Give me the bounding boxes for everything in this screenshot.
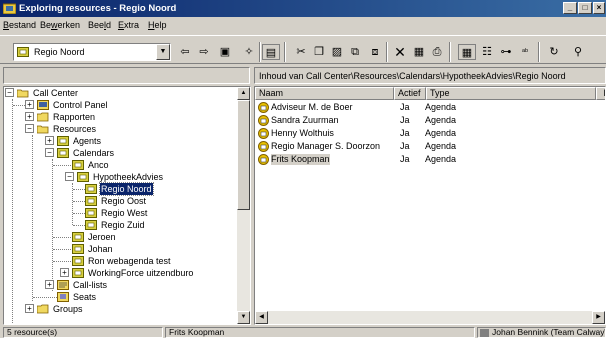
menu-bar: Bestand Bewerken Beeld Extra Help <box>0 18 606 33</box>
back-arrow-icon[interactable]: ⇦ <box>176 44 194 60</box>
sort-icon[interactable]: ᵃᵇ <box>516 44 534 60</box>
copy-to-icon[interactable]: ⧈ <box>366 44 384 60</box>
resource-icon <box>57 136 69 146</box>
resource-list[interactable]: Naam Actief Type Pric Adviseur M. de Boe… <box>254 86 606 325</box>
menu-bestand[interactable]: Bestand <box>3 20 36 30</box>
agenda-icon <box>258 102 269 113</box>
seat-icon <box>57 292 69 302</box>
forward-arrow-icon[interactable]: ⇨ <box>195 44 213 60</box>
location-value: Regio Noord <box>34 47 85 57</box>
title-bar: Exploring resources - Regio Noord _ □ × <box>0 0 606 17</box>
resource-icon <box>77 172 89 182</box>
refresh-icon[interactable]: ↻ <box>545 44 563 60</box>
tree-view-icon[interactable]: ⊶ <box>497 44 515 60</box>
scroll-up-icon[interactable]: ▲ <box>237 87 250 100</box>
menu-bewerken[interactable]: Bewerken <box>40 20 80 30</box>
user-icon <box>480 328 489 337</box>
call-list-icon <box>57 280 69 290</box>
up-folder-icon[interactable]: ▣ <box>216 44 234 60</box>
tree-header <box>3 67 250 84</box>
view-toggle-icon[interactable]: ▤ <box>262 44 280 60</box>
resource-icon <box>72 268 84 278</box>
menu-help[interactable]: Help <box>148 20 167 30</box>
large-icons-icon[interactable]: ▦ <box>458 44 476 60</box>
column-header-actief[interactable]: Actief <box>394 87 426 100</box>
chevron-down-icon[interactable]: ▼ <box>156 44 170 60</box>
resource-icon <box>72 232 84 242</box>
column-header-priority[interactable]: Pric <box>596 87 605 100</box>
new-folder-icon[interactable]: ✧ <box>240 44 258 60</box>
menu-extra[interactable]: Extra <box>118 20 139 30</box>
path-text: Inhoud van Call Center\Resources\Calenda… <box>259 71 566 81</box>
location-combo[interactable]: Regio Noord ▼ <box>13 43 171 61</box>
agenda-icon <box>258 141 269 152</box>
toolbar: Regio Noord ▼ ⇦ ⇨ ▣ ✧ ▤ ✂ ❐ ▨ ⧉ ⧈ ✕ ▦ ⎙ … <box>0 35 606 64</box>
resource-icon <box>72 160 84 170</box>
status-count: 5 resource(s) <box>3 327 163 338</box>
minimize-button[interactable]: _ <box>563 2 577 14</box>
column-header-type[interactable]: Type <box>426 87 596 100</box>
copy-icon[interactable]: ❐ <box>310 44 328 60</box>
resource-icon <box>85 184 97 194</box>
agenda-icon <box>258 115 269 126</box>
list-item[interactable]: Sandra Zuurman Ja Agenda <box>255 114 605 127</box>
resource-icon <box>85 196 97 206</box>
print-icon[interactable]: ⎙ <box>428 44 446 60</box>
paste-icon[interactable]: ▨ <box>328 44 346 60</box>
status-bar: 5 resource(s) Frits Koopman Johan Bennin… <box>0 327 606 338</box>
window-title: Exploring resources - Regio Noord <box>19 3 177 14</box>
resource-icon <box>85 220 97 230</box>
folder-icon <box>37 112 49 122</box>
folder-open-icon <box>37 125 49 134</box>
control-panel-icon <box>37 100 49 110</box>
resource-icon <box>72 244 84 254</box>
maximize-button[interactable]: □ <box>578 2 592 14</box>
agenda-icon <box>258 154 269 165</box>
status-selected: Frits Koopman <box>165 327 475 338</box>
folder-icon <box>37 304 49 314</box>
list-item-selected[interactable]: Frits Koopman Ja Agenda <box>255 153 605 166</box>
breadcrumb: Inhoud van Call Center\Resources\Calenda… <box>254 67 606 84</box>
properties-icon[interactable]: ▦ <box>410 44 428 60</box>
scroll-left-icon[interactable]: ◀ <box>255 311 268 324</box>
folder-open-icon <box>17 89 29 98</box>
resource-icon <box>57 148 69 158</box>
find-icon[interactable]: ⚲ <box>569 44 587 60</box>
list-item[interactable]: Regio Manager S. Doorzon Ja Agenda <box>255 140 605 153</box>
tree-vertical-scrollbar[interactable]: ▲ ▼ <box>237 87 250 324</box>
status-user: Johan Bennink (Team Calway\J <box>477 327 606 338</box>
agenda-icon <box>258 128 269 139</box>
folder-tree[interactable]: − Call Center + Control Panel + Rapporte… <box>3 86 251 325</box>
list-item[interactable]: Henny Wolthuis Ja Agenda <box>255 127 605 140</box>
column-header-naam[interactable]: Naam <box>255 87 394 100</box>
scroll-thumb[interactable] <box>237 100 250 210</box>
cut-icon[interactable]: ✂ <box>292 44 310 60</box>
move-to-icon[interactable]: ⧉ <box>346 44 364 60</box>
close-button[interactable]: × <box>593 2 605 14</box>
resource-icon <box>85 208 97 218</box>
delete-icon[interactable]: ✕ <box>391 44 409 60</box>
resource-icon <box>17 47 29 57</box>
scroll-down-icon[interactable]: ▼ <box>237 311 250 324</box>
scroll-right-icon[interactable]: ▶ <box>592 311 605 324</box>
menu-beeld[interactable]: Beeld <box>88 20 111 30</box>
explorer-app-icon <box>3 3 16 14</box>
list-view-icon[interactable]: ☷ <box>478 44 496 60</box>
resource-icon <box>72 256 84 266</box>
list-horizontal-scrollbar[interactable]: ◀ ▶ <box>255 311 605 324</box>
list-item[interactable]: Adviseur M. de Boer Ja Agenda <box>255 101 605 114</box>
